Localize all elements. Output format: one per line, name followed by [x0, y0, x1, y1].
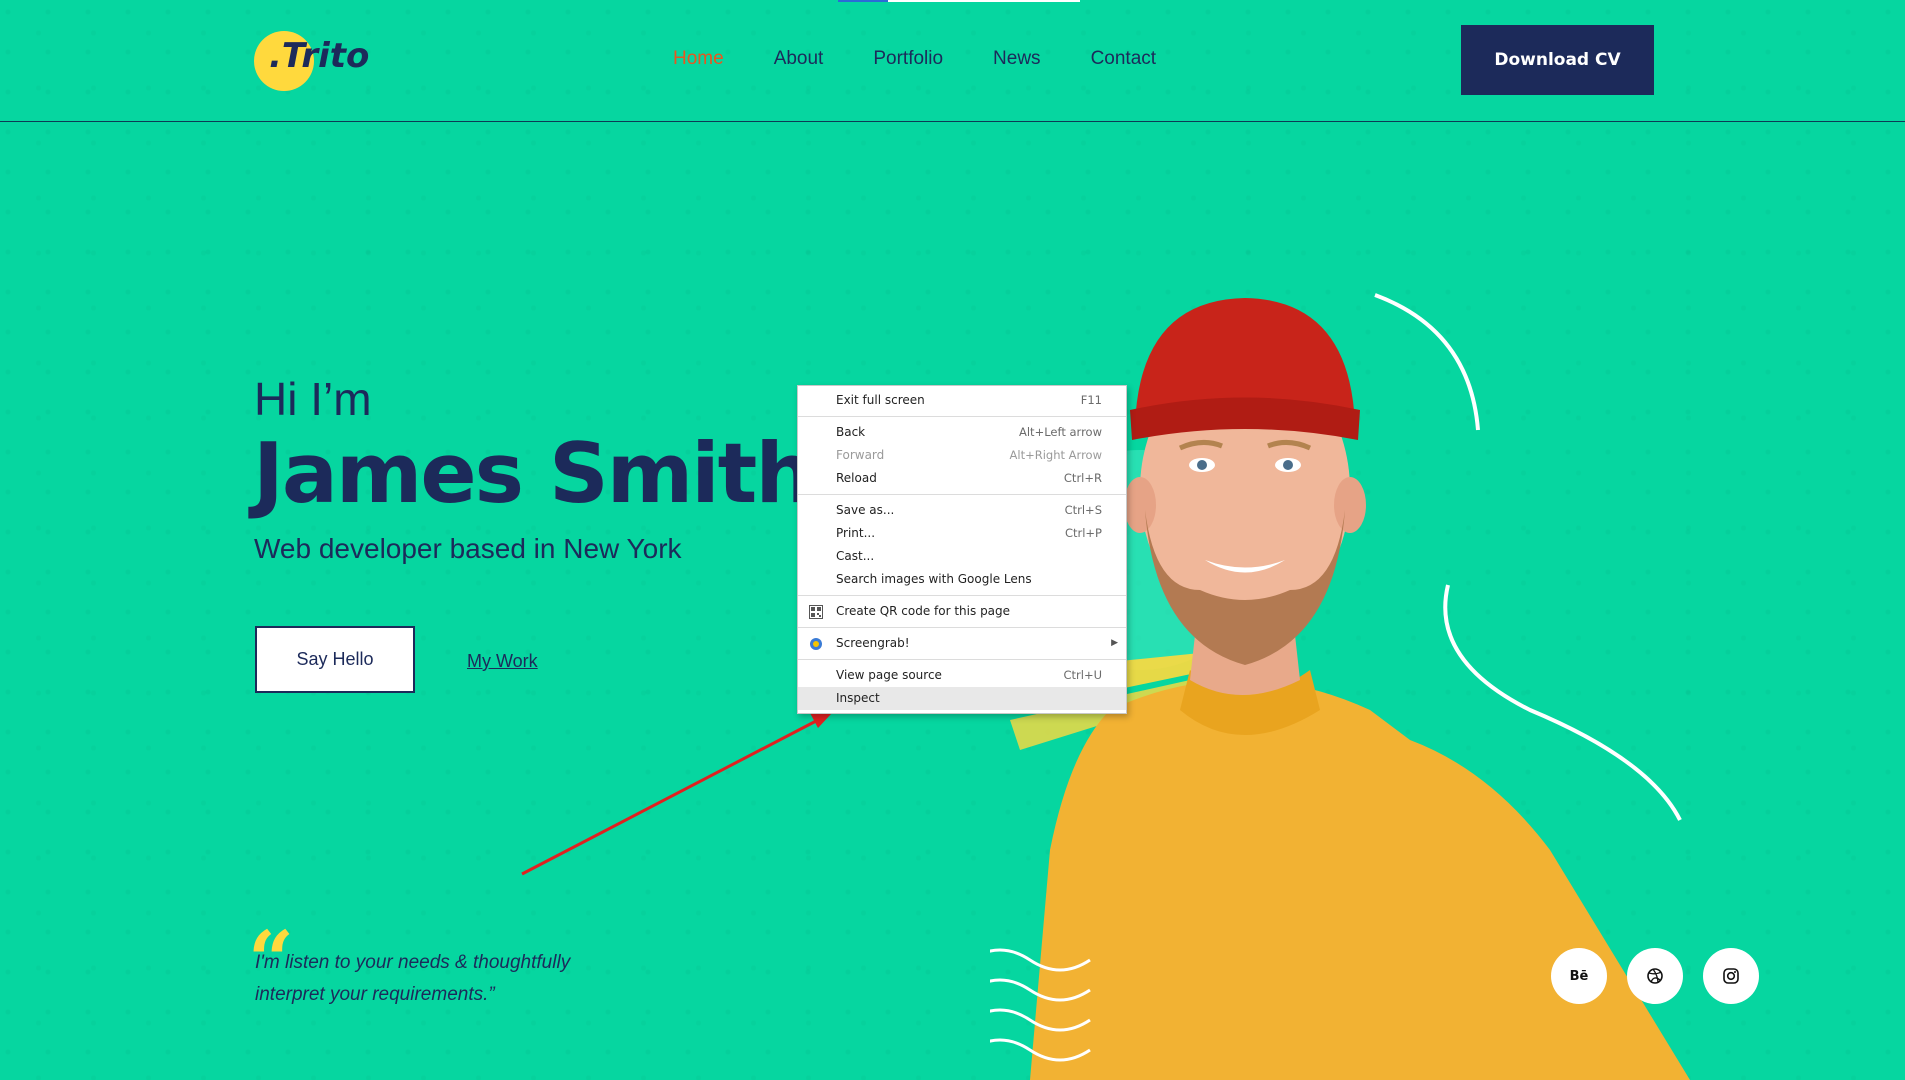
menu-screengrab[interactable]: Screengrab! ▶ [798, 632, 1126, 655]
menu-separator [798, 416, 1126, 417]
menu-forward: Forward Alt+Right Arrow [836, 448, 1102, 462]
menu-view-page-source[interactable]: View page source Ctrl+U [798, 664, 1126, 687]
menu-create-qr-code[interactable]: Create QR code for this page [798, 600, 1126, 623]
browser-context-menu: Exit full screen F11 Back Alt+Left arrow F… [797, 385, 1127, 714]
menu-cast[interactable]: Cast... [798, 545, 1126, 568]
menu-save-as[interactable]: Save as... Ctrl+S [798, 499, 1126, 522]
menu-exit-full-screen[interactable]: Exit full screen F11 [798, 389, 1126, 412]
menu-separator [798, 494, 1126, 495]
menu-separator [798, 659, 1126, 660]
menu-separator [798, 595, 1126, 596]
screengrab-icon [810, 638, 822, 650]
menu-back[interactable]: Back Alt+Left arrow [798, 421, 1126, 444]
menu-search-google-lens[interactable]: Search images with Google Lens [798, 568, 1126, 591]
qr-code-icon [809, 605, 823, 619]
menu-reload[interactable]: Reload Ctrl+R [798, 467, 1126, 490]
submenu-arrow-icon: ▶ [1111, 638, 1118, 648]
menu-separator [798, 627, 1126, 628]
menu-inspect[interactable]: Inspect [798, 687, 1126, 710]
menu-print[interactable]: Print... Ctrl+P [798, 522, 1126, 545]
